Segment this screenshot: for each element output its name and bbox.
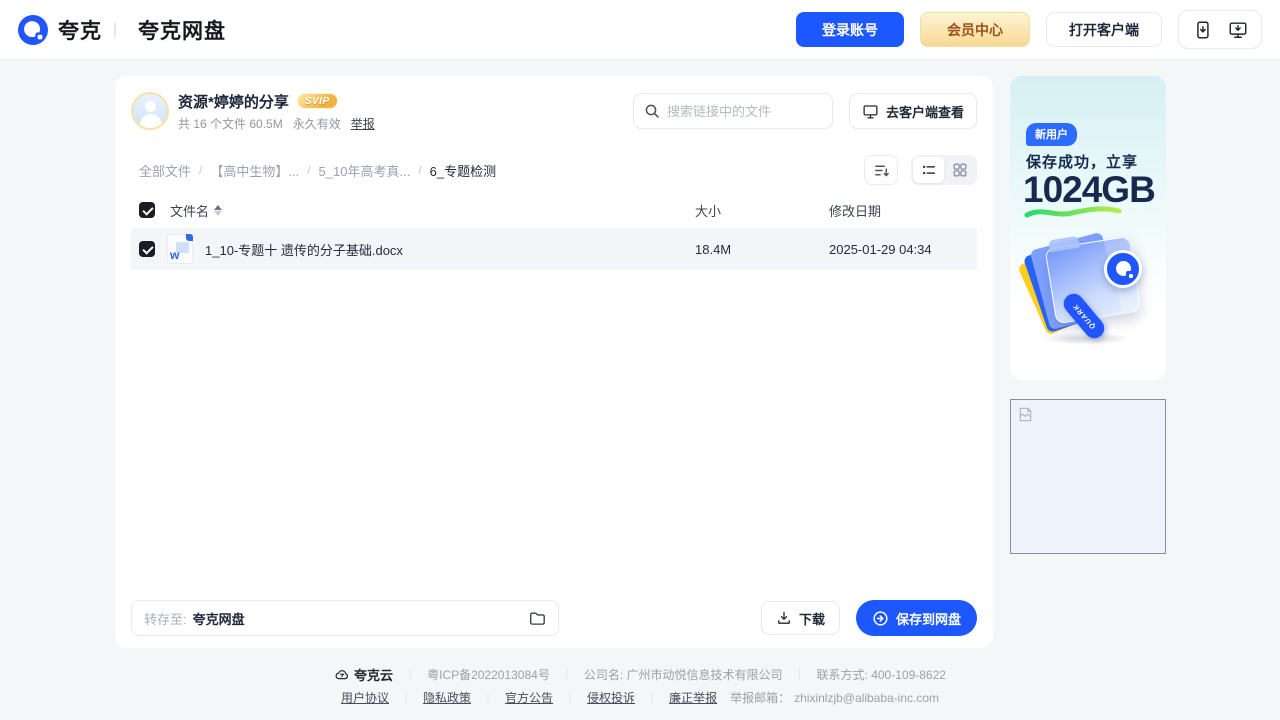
view-mode-toggle xyxy=(911,155,977,185)
table-row[interactable]: w 1_10-专题十 遗传的分子基础.docx 18.4M 2025-01-29… xyxy=(131,228,977,270)
footer-separator: ｜ xyxy=(794,666,806,683)
search-box[interactable] xyxy=(633,93,833,129)
breadcrumb: 全部文件 / 【高中生物】... / 5_10年高考真... / 6_专题检测 xyxy=(139,155,977,185)
footer-brand-name: 夸克云 xyxy=(354,665,393,684)
footer-separator: ｜ xyxy=(482,689,494,706)
row-checkbox[interactable] xyxy=(139,241,155,257)
footer-separator: ｜ xyxy=(646,689,658,706)
folder-illustration: QUARK xyxy=(1026,228,1150,352)
mobile-download-icon[interactable] xyxy=(1192,20,1212,40)
breadcrumb-item-1[interactable]: 【高中生物】... xyxy=(210,161,299,180)
footer-info: 夸克云 ｜ 粤ICP备2022013084号 ｜ 公司名: 广州市动悦信息技术有… xyxy=(0,665,1280,684)
save-to-label: 转存至: xyxy=(144,609,187,628)
view-in-client-button[interactable]: 去客户端查看 xyxy=(849,93,977,129)
share-title: 资源*婷婷的分享 xyxy=(178,91,289,112)
file-count: 共 16 个文件 60.5M xyxy=(178,115,283,132)
footer-link-integrity[interactable]: 廉正举报 xyxy=(669,689,717,706)
share-info: 资源*婷婷的分享 SVIP 共 16 个文件 60.5M 永久有效 举报 xyxy=(178,91,375,132)
view-in-client-label: 去客户端查看 xyxy=(886,102,964,121)
select-all-checkbox[interactable] xyxy=(139,202,155,218)
save-to-drive-button[interactable]: 保存到网盘 xyxy=(856,600,977,636)
footer-icp: 粤ICP备2022013084号 xyxy=(427,666,550,683)
svip-badge: SVIP xyxy=(297,93,338,109)
avatar xyxy=(131,92,169,130)
top-header: 夸克 夸克网盘 登录账号 会员中心 打开客户端 xyxy=(0,0,1280,60)
page: 夸克 夸克网盘 登录账号 会员中心 打开客户端 xyxy=(0,0,1280,720)
list-view-button[interactable] xyxy=(913,157,944,183)
brand-name: 夸克 xyxy=(58,15,102,45)
name-sort-icon[interactable] xyxy=(214,205,222,216)
share-panel: 资源*婷婷的分享 SVIP 共 16 个文件 60.5M 永久有效 举报 xyxy=(115,76,993,648)
file-date: 2025-01-29 04:34 xyxy=(829,242,977,257)
footer-separator: ｜ xyxy=(561,666,573,683)
quark-logo-badge xyxy=(1104,250,1142,288)
vip-center-button[interactable]: 会员中心 xyxy=(920,12,1030,47)
header-actions: 登录账号 会员中心 打开客户端 xyxy=(796,10,1262,49)
footer-links: 用户协议 ｜ 隐私政策 ｜ 官方公告 ｜ 侵权投诉 ｜ 廉正举报 举报邮箱： z… xyxy=(0,689,1280,706)
footer-company: 公司名: 广州市动悦信息技术有限公司 xyxy=(584,666,783,683)
broken-image-icon xyxy=(1017,406,1034,423)
share-header: 资源*婷婷的分享 SVIP 共 16 个文件 60.5M 永久有效 举报 xyxy=(131,91,977,131)
validity: 永久有效 xyxy=(293,115,341,132)
footer-separator: ｜ xyxy=(404,666,416,683)
action-bar: 转存至: 夸克网盘 下载 保存 xyxy=(131,600,977,636)
sort-order-button[interactable] xyxy=(864,155,898,185)
save-destination-picker[interactable]: 转存至: 夸克网盘 xyxy=(131,600,559,636)
green-swoosh xyxy=(1024,204,1124,220)
desktop-download-icon[interactable] xyxy=(1228,20,1248,40)
save-to-value: 夸克网盘 xyxy=(193,609,245,628)
new-user-badge: 新用户 xyxy=(1026,123,1077,146)
report-email: zhixinlzjb@alibaba-inc.com xyxy=(794,691,939,705)
search-input[interactable] xyxy=(667,104,807,119)
footer-separator: ｜ xyxy=(564,689,576,706)
breadcrumb-item-2[interactable]: 5_10年高考真... xyxy=(319,161,411,180)
monitor-icon xyxy=(862,103,879,120)
breadcrumb-separator: / xyxy=(307,163,310,177)
sort-icon xyxy=(873,162,890,179)
quark-logo-icon[interactable] xyxy=(18,15,48,45)
download-icon xyxy=(776,610,792,626)
column-date-label: 修改日期 xyxy=(829,201,977,220)
promo-banner[interactable]: 新用户 保存成功，立享 1024GB QUARK xyxy=(1010,76,1166,380)
word-file-icon: w xyxy=(167,234,193,264)
footer-separator: ｜ xyxy=(400,689,412,706)
cloud-save-icon xyxy=(872,610,889,627)
breadcrumb-item-root[interactable]: 全部文件 xyxy=(139,161,191,180)
column-name-label: 文件名 xyxy=(170,201,209,220)
grid-view-button[interactable] xyxy=(944,157,975,183)
open-client-button[interactable]: 打开客户端 xyxy=(1046,12,1162,47)
footer-link-announcement[interactable]: 官方公告 xyxy=(505,689,553,706)
breadcrumb-separator: / xyxy=(418,163,421,177)
footer-contact: 联系方式: 400-109-8622 xyxy=(817,666,946,683)
column-size-label: 大小 xyxy=(695,201,829,220)
footer-brand: 夸克云 xyxy=(334,665,393,684)
broken-ad-placeholder xyxy=(1010,399,1166,554)
list-view-icon xyxy=(921,162,937,178)
footer-link-infringement[interactable]: 侵权投诉 xyxy=(587,689,635,706)
file-table-header: 文件名 大小 修改日期 xyxy=(131,195,977,225)
footer-link-privacy[interactable]: 隐私政策 xyxy=(423,689,471,706)
download-apps-group xyxy=(1178,10,1262,49)
report-email-label: 举报邮箱： xyxy=(730,689,790,706)
report-link[interactable]: 举报 xyxy=(351,115,375,132)
logo-divider xyxy=(114,22,116,38)
cloud-logo-icon xyxy=(334,667,350,683)
grid-view-icon xyxy=(952,162,968,178)
download-button[interactable]: 下载 xyxy=(761,601,840,635)
file-size: 18.4M xyxy=(695,242,829,257)
breadcrumb-separator: / xyxy=(199,163,202,177)
save-to-drive-label: 保存到网盘 xyxy=(896,609,961,628)
product-name: 夸克网盘 xyxy=(138,15,226,45)
view-controls xyxy=(864,155,977,185)
footer-link-terms[interactable]: 用户协议 xyxy=(341,689,389,706)
search-icon xyxy=(644,103,660,119)
breadcrumb-item-current: 6_专题检测 xyxy=(430,161,496,180)
login-button[interactable]: 登录账号 xyxy=(796,12,904,47)
file-name[interactable]: 1_10-专题十 遗传的分子基础.docx xyxy=(205,240,403,259)
folder-icon[interactable] xyxy=(528,609,546,627)
share-meta: 共 16 个文件 60.5M 永久有效 举报 xyxy=(178,115,375,132)
download-label: 下载 xyxy=(799,609,825,628)
